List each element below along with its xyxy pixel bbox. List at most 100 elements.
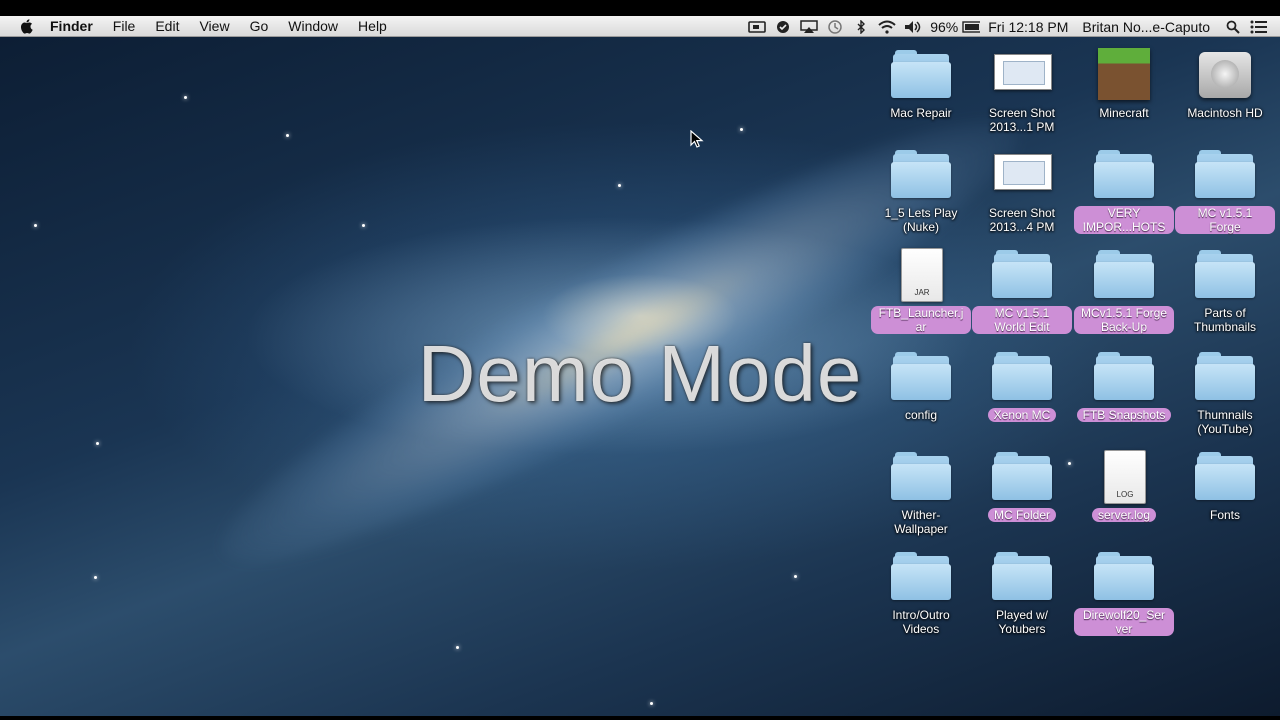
icon-label[interactable]: Fonts [1204, 508, 1246, 522]
folder-icon [1193, 248, 1257, 300]
airplay-icon[interactable] [800, 19, 818, 35]
star [794, 575, 797, 578]
icon-label[interactable]: server.log [1091, 508, 1157, 522]
intro-outro-videos-folder[interactable]: Intro/Outro Videos [871, 550, 971, 638]
folder-icon [990, 450, 1054, 502]
icon-label[interactable]: FTB Snapshots [1076, 408, 1172, 422]
star [286, 134, 289, 137]
icon-label[interactable]: config [899, 408, 943, 422]
demo-mode-overlay: Demo Mode [417, 329, 863, 418]
icon-label[interactable]: Minecraft [1093, 106, 1154, 120]
folder-icon [1092, 148, 1156, 200]
screen-shot-4-file[interactable]: Screen Shot 2013...4 PM [972, 148, 1072, 236]
icon-label[interactable]: MCv1.5.1 Forge Back-Up [1074, 306, 1174, 334]
menu-go[interactable]: Go [250, 18, 269, 34]
screenshot-thumbnail-icon [990, 48, 1054, 100]
mouse-cursor-icon [690, 130, 704, 148]
icon-label[interactable]: 1_5 Lets Play (Nuke) [871, 206, 971, 234]
menu-edit[interactable]: Edit [155, 18, 179, 34]
xenon-mc-folder[interactable]: Xenon MC [972, 350, 1072, 424]
icon-label[interactable]: Wither-Wallpaper [871, 508, 971, 536]
icon-label[interactable]: Mac Repair [884, 106, 957, 120]
server-log-file[interactable]: LOG server.log [1074, 450, 1174, 524]
folder-icon [1193, 148, 1257, 200]
screen-record-icon[interactable] [748, 19, 767, 35]
battery-percent[interactable]: 96% [930, 19, 958, 35]
icon-label[interactable]: Macintosh HD [1181, 106, 1268, 120]
icon-label[interactable]: MC Folder [987, 508, 1056, 522]
star [34, 224, 37, 227]
folder-icon [990, 350, 1054, 402]
star [618, 184, 621, 187]
mc-forge-folder[interactable]: MC v1.5.1 Forge [1175, 148, 1275, 236]
menu-finder[interactable]: Finder [50, 18, 93, 34]
icon-label[interactable]: Played w/ Yotubers [972, 608, 1072, 636]
macintosh-hd-drive[interactable]: Macintosh HD [1175, 48, 1275, 122]
clock[interactable]: Fri 12:18 PM [988, 19, 1068, 35]
icon-label[interactable]: Intro/Outro Videos [871, 608, 971, 636]
folder-icon [889, 148, 953, 200]
jar-document-icon: JAR [889, 248, 953, 302]
folder-icon [990, 248, 1054, 300]
hard-drive-icon [1193, 48, 1257, 100]
minecraft-grass-block-icon [1092, 48, 1156, 100]
mc-folder[interactable]: MC Folder [972, 450, 1072, 524]
icon-label[interactable]: Screen Shot 2013...1 PM [972, 106, 1072, 134]
bluetooth-icon[interactable] [852, 19, 870, 35]
spotlight-icon[interactable] [1224, 19, 1242, 35]
menu-view[interactable]: View [199, 18, 229, 34]
thumnails-youtube-folder[interactable]: Thumnails (YouTube) [1175, 350, 1275, 438]
folder-icon [1092, 350, 1156, 402]
wither-wallpaper-folder[interactable]: Wither-Wallpaper [871, 450, 971, 538]
direwolf20-server-folder[interactable]: Direwolf20_Server [1074, 550, 1174, 638]
mc-world-edit-folder[interactable]: MC v1.5.1 World Edit [972, 248, 1072, 336]
star [740, 128, 743, 131]
parts-of-thumbnails-folder[interactable]: Parts of Thumbnails [1175, 248, 1275, 336]
ftb-launcher-jar[interactable]: JAR FTB_Launcher.jar [871, 248, 971, 336]
icon-label[interactable]: MC v1.5.1 Forge [1175, 206, 1275, 234]
mac-repair-folder[interactable]: Mac Repair [871, 48, 971, 122]
lets-play-nuke-folder[interactable]: 1_5 Lets Play (Nuke) [871, 148, 971, 236]
screen-shot-1-file[interactable]: Screen Shot 2013...1 PM [972, 48, 1072, 136]
star [456, 646, 459, 649]
very-important-hots-folder[interactable]: VERY IMPOR...HOTS [1074, 148, 1174, 236]
user-name[interactable]: Britan No...e-Caputo [1082, 19, 1210, 35]
letterbox-bottom [0, 716, 1280, 720]
folder-icon [889, 550, 953, 602]
battery-icon[interactable] [962, 19, 981, 35]
ftb-snapshots-folder[interactable]: FTB Snapshots [1074, 350, 1174, 424]
volume-icon[interactable] [904, 19, 922, 35]
icon-label[interactable]: Xenon MC [987, 408, 1057, 422]
notification-center-icon[interactable] [1250, 19, 1268, 35]
folder-icon [889, 350, 953, 402]
menu-help[interactable]: Help [358, 18, 387, 34]
icon-label[interactable]: Screen Shot 2013...4 PM [972, 206, 1072, 234]
folder-icon [1193, 450, 1257, 502]
icon-label[interactable]: Thumnails (YouTube) [1175, 408, 1275, 436]
folder-icon [990, 550, 1054, 602]
icon-label[interactable]: VERY IMPOR...HOTS [1074, 206, 1174, 234]
time-machine-icon[interactable] [826, 19, 844, 35]
icon-label[interactable]: Parts of Thumbnails [1175, 306, 1275, 334]
star [96, 442, 99, 445]
icon-label[interactable]: MC v1.5.1 World Edit [972, 306, 1072, 334]
apple-logo-icon[interactable] [18, 17, 36, 35]
fonts-folder[interactable]: Fonts [1175, 450, 1275, 524]
folder-icon [889, 450, 953, 502]
config-folder[interactable]: config [871, 350, 971, 424]
menu-window[interactable]: Window [288, 18, 338, 34]
folder-icon [1092, 248, 1156, 300]
menu-bar: Finder File Edit View Go Window Help 96% [0, 16, 1280, 37]
played-with-yotubers-folder[interactable]: Played w/ Yotubers [972, 550, 1072, 638]
star [184, 96, 187, 99]
minecraft-app[interactable]: Minecraft [1074, 48, 1174, 122]
star [650, 702, 653, 705]
evernote-icon[interactable] [774, 19, 792, 35]
wifi-icon[interactable] [878, 19, 896, 35]
icon-label[interactable]: FTB_Launcher.jar [871, 306, 971, 334]
menu-file[interactable]: File [113, 18, 136, 34]
icon-label[interactable]: Direwolf20_Server [1074, 608, 1174, 636]
letterbox-top [0, 0, 1280, 16]
star [362, 224, 365, 227]
mc-forge-backup-folder[interactable]: MCv1.5.1 Forge Back-Up [1074, 248, 1174, 336]
